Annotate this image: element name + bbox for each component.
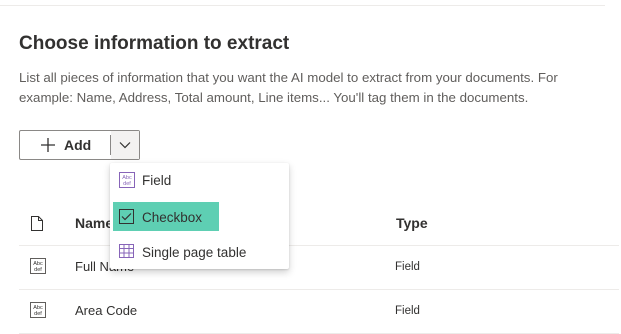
column-header-type[interactable]: Type — [396, 215, 428, 231]
menu-item-label: Checkbox — [142, 209, 203, 225]
svg-text:def: def — [34, 311, 42, 317]
abc-def-field-icon: Abc def — [30, 302, 46, 318]
table-icon — [119, 244, 134, 258]
menu-item-field[interactable]: Abc def Field — [113, 166, 286, 194]
abc-def-field-icon: Abc def — [30, 258, 46, 274]
add-button[interactable]: Add — [20, 131, 110, 159]
checkbox-icon — [119, 209, 134, 224]
top-divider — [0, 5, 605, 6]
section-title: Choose information to extract — [19, 33, 290, 54]
file-icon — [31, 216, 43, 231]
svg-text:def: def — [123, 181, 131, 187]
menu-item-label: Single page table — [142, 244, 247, 260]
row-name: Area Code — [75, 303, 138, 318]
table-header-row: Name Type — [19, 201, 619, 246]
plus-icon — [41, 138, 55, 152]
column-header-name[interactable]: Name — [75, 215, 113, 231]
menu-item-label: Field — [142, 172, 172, 188]
add-button-label: Add — [64, 137, 92, 153]
add-dropdown-toggle[interactable] — [111, 131, 139, 159]
section-description: List all pieces of information that you … — [19, 70, 558, 105]
add-split-button: Add — [19, 130, 140, 160]
abc-def-field-icon: Abc def — [119, 172, 135, 188]
chevron-down-icon — [119, 142, 131, 149]
svg-text:def: def — [34, 267, 42, 273]
table-row[interactable]: Abc def Area Code Field — [19, 290, 619, 334]
add-dropdown-menu: Abc def Field Checkbox Single page table — [110, 163, 289, 269]
menu-item-single-page-table[interactable]: Single page table — [113, 238, 286, 266]
menu-item-checkbox[interactable]: Checkbox — [113, 202, 286, 231]
row-type: Field — [395, 305, 420, 317]
table-row[interactable]: Abc def Full Name Field — [19, 246, 619, 290]
row-type: Field — [395, 261, 420, 273]
